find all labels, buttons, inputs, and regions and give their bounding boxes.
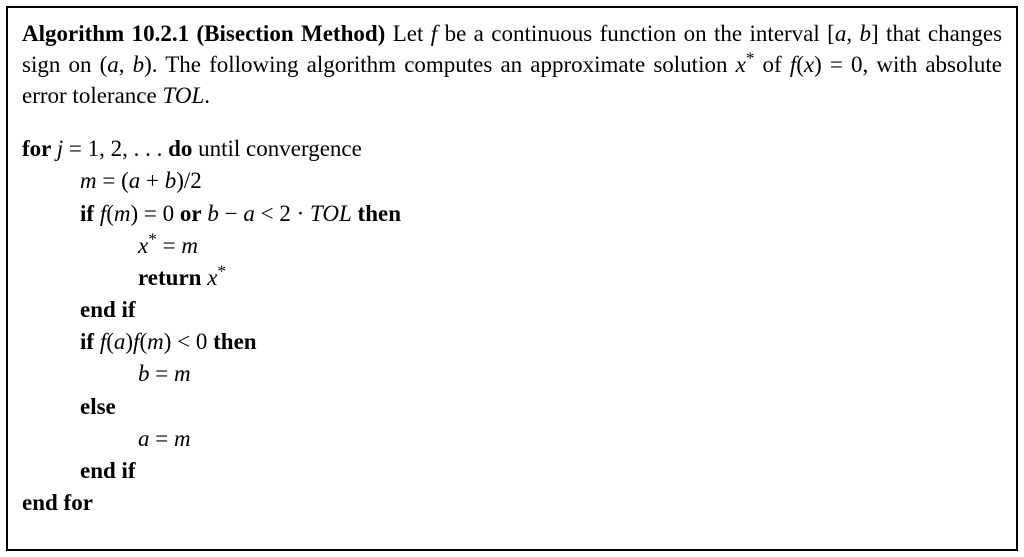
lt-zero: < 0 <box>171 329 213 354</box>
kw-endif: end if <box>80 297 136 322</box>
kw-or: or <box>180 201 202 226</box>
kw-if: if <box>80 201 100 226</box>
var-m: m <box>174 361 191 386</box>
lparen: ( <box>106 201 114 226</box>
rparen: ) <box>814 52 822 77</box>
if-sign-line: if f(a)f(m) < 0 then <box>22 326 1002 358</box>
rparen: ) <box>125 329 133 354</box>
var-b: b <box>860 21 872 46</box>
assign-xstar-line: x* = m <box>22 230 1002 262</box>
endif-line: end if <box>22 455 1002 487</box>
kw-for: for <box>22 136 57 161</box>
var-b: b <box>133 52 145 77</box>
algorithm-number: Algorithm 10.2.1 <box>22 21 189 46</box>
lparen: ( <box>106 329 114 354</box>
kw-return: return <box>138 265 207 290</box>
kw-endfor: end for <box>22 490 93 515</box>
plus: + <box>140 168 164 193</box>
var-x: x <box>804 52 814 77</box>
var-x: x <box>736 52 746 77</box>
assign-a-line: a = m <box>22 423 1002 455</box>
else-line: else <box>22 391 1002 423</box>
algorithm-intro: Algorithm 10.2.1 (Bisection Method) Let … <box>22 18 1002 111</box>
loop-range: = 1, 2, . . . <box>63 136 168 161</box>
eq: = <box>150 361 174 386</box>
if-converge-line: if f(m) = 0 or b − a < 2 · TOL then <box>22 198 1002 230</box>
star: * <box>217 261 226 280</box>
kw-else: else <box>80 394 116 419</box>
var-tol: TOL <box>310 201 352 226</box>
lt-two-tol: < 2 · <box>255 201 310 226</box>
assign-b-line: b = m <box>22 358 1002 390</box>
algorithm-box: Algorithm 10.2.1 (Bisection Method) Let … <box>6 6 1018 551</box>
var-m: m <box>174 426 191 451</box>
intro-text: of <box>754 52 789 77</box>
period: . <box>204 83 210 108</box>
kw-do: do <box>168 136 192 161</box>
assign-m-line: m = (a + b)/2 <box>22 165 1002 197</box>
endif-line: end if <box>22 294 1002 326</box>
var-a: a <box>114 329 126 354</box>
star: * <box>148 229 157 248</box>
kw-then: then <box>213 329 256 354</box>
minus: − <box>219 201 243 226</box>
intro-text: be a continuous function on the interval… <box>437 21 835 46</box>
eq-zero: = 0 <box>138 201 180 226</box>
var-b: b <box>207 201 219 226</box>
var-a: a <box>107 52 119 77</box>
eq: = <box>157 233 181 258</box>
var-x: x <box>138 233 148 258</box>
var-a: a <box>138 426 150 451</box>
algorithm-title: (Bisection Method) <box>197 21 386 46</box>
kw-if: if <box>80 329 100 354</box>
var-tol: TOL <box>162 83 204 108</box>
eq: = <box>150 426 174 451</box>
eq: = ( <box>97 168 129 193</box>
lparen: ( <box>796 52 804 77</box>
lparen: ( <box>139 329 147 354</box>
var-a: a <box>835 21 847 46</box>
until-text: until convergence <box>192 136 361 161</box>
var-x: x <box>207 265 217 290</box>
comma: , <box>119 52 133 77</box>
intro-text: ). The following algorithm computes an a… <box>144 52 735 77</box>
endfor-line: end for <box>22 487 1002 519</box>
var-a: a <box>129 168 141 193</box>
comma: , <box>846 21 859 46</box>
var-b: b <box>165 168 177 193</box>
var-m: m <box>181 233 198 258</box>
return-line: return x* <box>22 262 1002 294</box>
var-b: b <box>138 361 150 386</box>
var-m: m <box>147 329 164 354</box>
for-line: for j = 1, 2, . . . do until convergence <box>22 133 1002 165</box>
var-m: m <box>80 168 97 193</box>
kw-endif: end if <box>80 458 136 483</box>
var-m: m <box>114 201 131 226</box>
kw-then: then <box>358 201 401 226</box>
intro-text: Let <box>393 21 431 46</box>
var-a: a <box>243 201 255 226</box>
close-div2: )/2 <box>176 168 202 193</box>
